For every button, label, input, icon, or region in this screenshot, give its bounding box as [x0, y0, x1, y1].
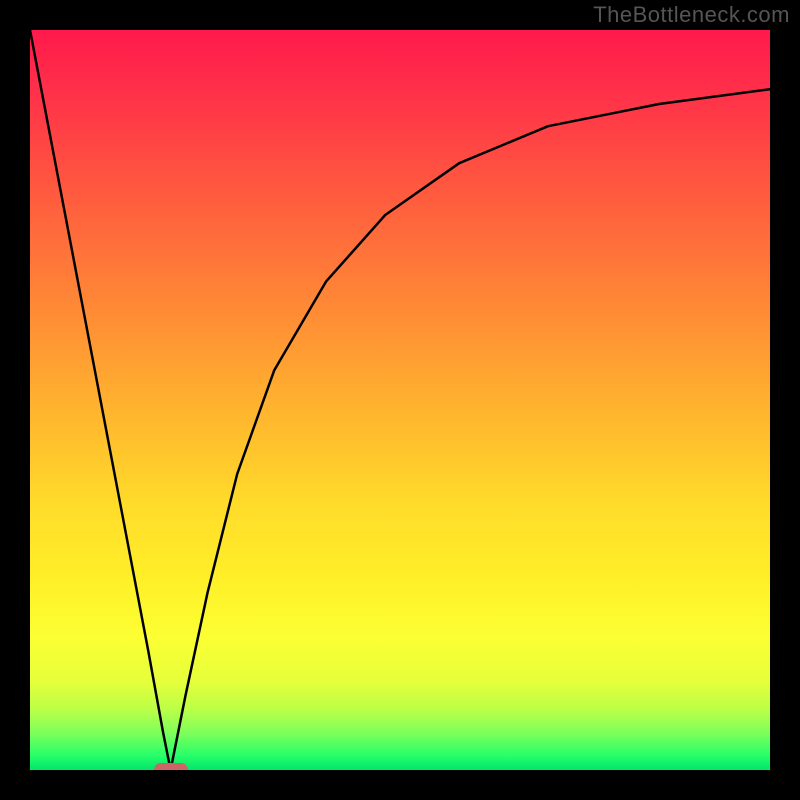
bottleneck-marker	[154, 763, 188, 770]
right-branch-line	[171, 89, 770, 770]
curve-layer	[30, 30, 770, 770]
left-branch-line	[30, 30, 171, 770]
watermark-text: TheBottleneck.com	[593, 2, 790, 28]
plot-area	[30, 30, 770, 770]
chart-frame: TheBottleneck.com	[0, 0, 800, 800]
